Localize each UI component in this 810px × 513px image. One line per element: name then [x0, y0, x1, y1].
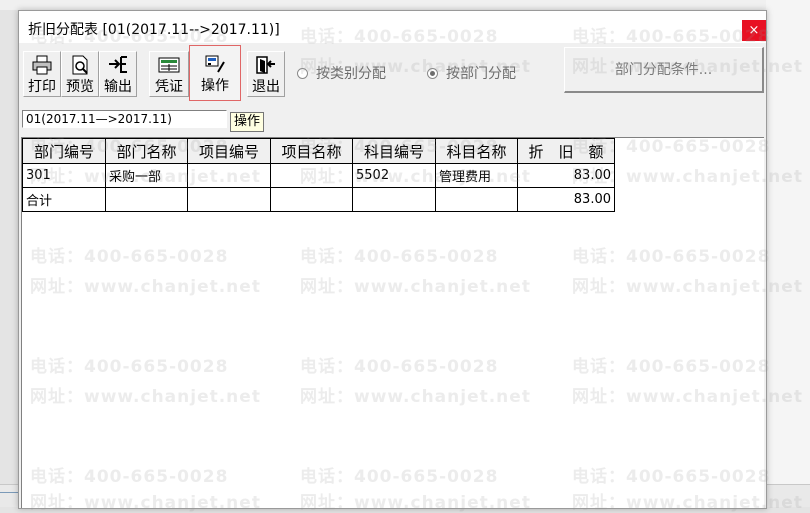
- col-header-dept-code[interactable]: 部门编号: [22, 138, 106, 164]
- exit-button[interactable]: 退出: [247, 51, 285, 97]
- cell-depreciation[interactable]: 83.00: [517, 163, 615, 188]
- operate-icon: [205, 55, 225, 73]
- print-button[interactable]: 打印: [23, 51, 61, 97]
- preview-button[interactable]: 预览: [61, 51, 99, 97]
- radio-button-circle-selected[interactable]: [427, 67, 438, 79]
- table-total-row[interactable]: 合计 83.00: [22, 187, 615, 212]
- voucher-icon: [158, 57, 180, 73]
- export-icon: [109, 56, 127, 73]
- cell-empty[interactable]: [105, 187, 188, 212]
- export-button[interactable]: 输出: [99, 51, 137, 97]
- voucher-button[interactable]: 凭证: [149, 51, 189, 97]
- col-header-account-code[interactable]: 科目编号: [352, 138, 436, 164]
- desktop-background: [0, 0, 810, 10]
- col-header-depreciation[interactable]: 折 旧 额: [517, 138, 615, 164]
- cell-account-code[interactable]: 5502: [352, 163, 436, 188]
- cell-project-code[interactable]: [187, 163, 271, 188]
- window-client-area: 打印 预览 输出 凭证 操作 退出 按类别分配 按部门分配 部门分配条件... …: [19, 43, 766, 508]
- table-header-row: 部门编号 部门名称 项目编号 项目名称 科目编号 科目名称 折 旧 额: [22, 138, 615, 164]
- cell-total-label[interactable]: 合计: [22, 187, 106, 212]
- cell-dept-name[interactable]: 采购一部: [105, 163, 188, 188]
- preview-label: 预览: [66, 79, 94, 95]
- radio-button-circle[interactable]: [297, 67, 308, 79]
- taskbar-edge: [0, 492, 20, 493]
- depreciation-allocation-window: 折旧分配表 [01(2017.11-->2017.11)] × 打印 预览 输出…: [18, 10, 767, 509]
- radio-by-category[interactable]: 按类别分配: [297, 63, 386, 83]
- cell-empty[interactable]: [270, 187, 353, 212]
- title-bar[interactable]: 折旧分配表 [01(2017.11-->2017.11)] ×: [19, 11, 766, 43]
- exit-icon: [256, 56, 275, 74]
- col-header-account-name[interactable]: 科目名称: [435, 138, 518, 164]
- operate-button[interactable]: 操作: [189, 45, 241, 101]
- export-label: 输出: [104, 79, 132, 95]
- period-selector[interactable]: 01(2017.11—>2017.11): [22, 110, 227, 128]
- radio-by-department[interactable]: 按部门分配: [427, 63, 516, 83]
- voucher-label: 凭证: [155, 79, 183, 95]
- preview-icon: [72, 55, 88, 75]
- depreciation-table: 部门编号 部门名称 项目编号 项目名称 科目编号 科目名称 折 旧 额 301 …: [22, 138, 615, 212]
- exit-label: 退出: [252, 79, 280, 95]
- window-title: 折旧分配表 [01(2017.11-->2017.11)]: [28, 22, 280, 38]
- cell-empty[interactable]: [352, 187, 436, 212]
- close-button[interactable]: ×: [742, 20, 766, 41]
- department-condition-button[interactable]: 部门分配条件...: [564, 47, 764, 93]
- col-header-project-code[interactable]: 项目编号: [187, 138, 271, 164]
- cell-account-name[interactable]: 管理费用: [435, 163, 518, 188]
- cell-total-depreciation[interactable]: 83.00: [517, 187, 615, 212]
- radio-by-category-label: 按类别分配: [316, 66, 386, 82]
- desktop-background-right: [766, 0, 810, 507]
- cell-dept-code[interactable]: 301: [22, 163, 106, 188]
- depreciation-grid-area: 部门编号 部门名称 项目编号 项目名称 科目编号 科目名称 折 旧 额 301 …: [21, 137, 764, 508]
- cell-empty[interactable]: [435, 187, 518, 212]
- table-row[interactable]: 301 采购一部 5502 管理费用 83.00: [22, 163, 615, 188]
- operate-tooltip: 操作: [230, 112, 265, 132]
- col-header-dept-name[interactable]: 部门名称: [105, 138, 188, 164]
- cell-empty[interactable]: [187, 187, 271, 212]
- cell-project-name[interactable]: [270, 163, 353, 188]
- printer-icon: [32, 55, 52, 75]
- col-header-project-name[interactable]: 项目名称: [270, 138, 353, 164]
- operate-label: 操作: [201, 78, 229, 94]
- radio-by-department-label: 按部门分配: [446, 66, 516, 82]
- print-label: 打印: [28, 79, 56, 95]
